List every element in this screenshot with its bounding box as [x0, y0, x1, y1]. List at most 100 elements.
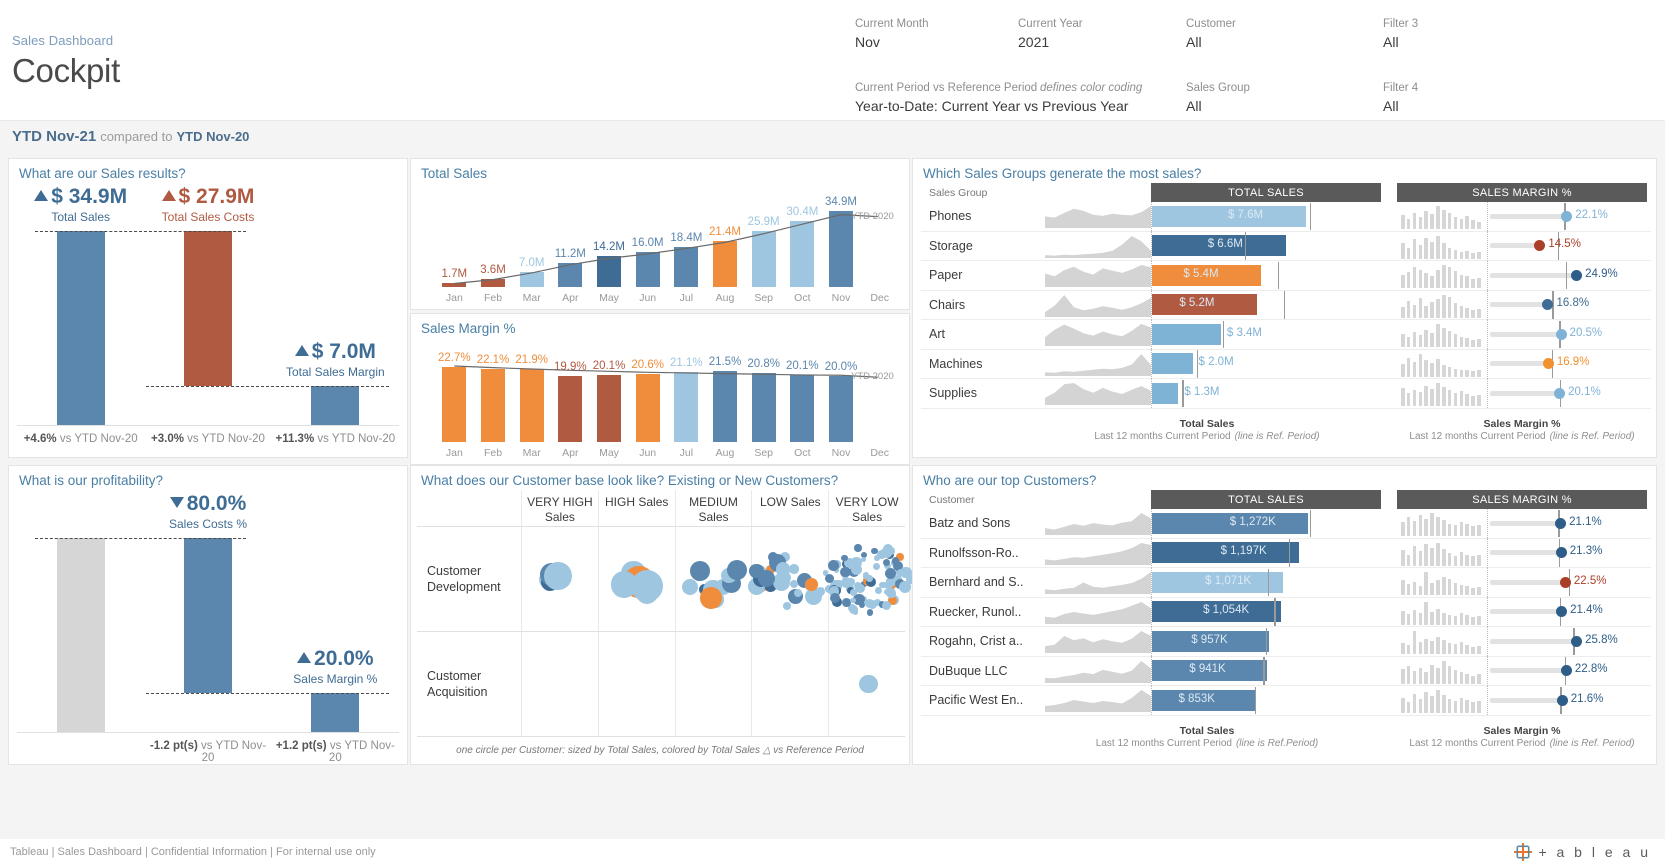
total-sales-bar[interactable] — [1152, 323, 1221, 345]
filter-current-year[interactable]: Current Year 2021 — [1018, 18, 1186, 50]
margin-dot[interactable] — [1555, 328, 1567, 340]
total-sales-bar-cell[interactable]: $ 1,071K — [1151, 567, 1381, 597]
customer-bubble[interactable] — [854, 544, 862, 552]
sales-margin-dot-cell[interactable]: 22.8% — [1487, 656, 1647, 686]
breadcrumb[interactable]: Sales Dashboard — [12, 33, 120, 48]
total-sales-bar-cell[interactable]: $ 5.4M — [1151, 260, 1381, 290]
customer-bubble[interactable] — [789, 564, 799, 574]
sales-margin-pct-column-chart[interactable]: 22.7% Jan 22.1% Feb 21.9% Mar 19.9% Apr 20.1% May… — [411, 338, 909, 464]
filter-sales-group[interactable]: Sales Group All — [1186, 82, 1383, 114]
total-sales-bar-cell[interactable]: $ 1,272K — [1151, 508, 1381, 538]
matrix-cell[interactable] — [597, 527, 675, 631]
top-customers-table[interactable]: Customer TOTAL SALES SALES MARGIN % Batz an… — [921, 490, 1651, 749]
sales-margin-dot-cell[interactable]: 21.4% — [1487, 597, 1647, 627]
customer-bubble[interactable] — [611, 571, 638, 598]
customer-bubble[interactable] — [865, 574, 873, 583]
customer-bubble[interactable] — [727, 560, 748, 580]
total-sales-bar-cell[interactable]: $ 957K — [1151, 626, 1381, 656]
margin-dot[interactable] — [1555, 547, 1567, 558]
column-bar[interactable] — [674, 247, 699, 287]
table-row[interactable]: Runolfsson-Ro.. $ 1,197K 21.3% — [921, 538, 1651, 568]
waterfall-bar[interactable] — [56, 538, 105, 732]
customer-bubble[interactable] — [866, 609, 874, 616]
margin-dot[interactable] — [1560, 665, 1572, 676]
total-sales-bar[interactable] — [1152, 353, 1193, 374]
matrix-cell[interactable] — [597, 632, 675, 736]
total-sales-column-chart[interactable]: 1.7M Jan 3.6M Feb 7.0M Mar 11.2M Apr 14.2M May 16.… — [411, 183, 909, 309]
filter-value[interactable]: All — [1383, 98, 1563, 114]
column-bar[interactable] — [558, 375, 583, 442]
total-sales-bar-cell[interactable]: $ 1.3M — [1151, 378, 1381, 408]
sales-margin-dot-cell[interactable]: 20.5% — [1487, 319, 1647, 349]
column-bar[interactable] — [790, 221, 815, 287]
column-bar[interactable] — [597, 256, 621, 287]
column-bar[interactable] — [481, 368, 505, 442]
column-bar[interactable] — [442, 283, 467, 287]
sales-margin-dot-cell[interactable]: 25.8% — [1487, 626, 1647, 656]
sales-margin-dot-cell[interactable]: 21.1% — [1487, 508, 1647, 538]
customer-bubble[interactable] — [824, 573, 834, 583]
table-row[interactable]: Pacific West En.. $ 853K 21.6% — [921, 685, 1651, 716]
customer-bubble[interactable] — [886, 546, 895, 555]
sales-margin-dot-cell[interactable]: 14.5% — [1487, 231, 1647, 261]
column-bar[interactable] — [674, 371, 699, 442]
filter-period-comparison[interactable]: Current Period vs Reference Period defin… — [855, 82, 1186, 114]
matrix-cell[interactable] — [674, 632, 752, 736]
customer-base-matrix[interactable]: VERY HIGH Sales HIGH Sales MEDIUM Sales LOW… — [417, 490, 916, 740]
customer-bubble[interactable] — [850, 563, 862, 575]
margin-dot[interactable] — [1542, 358, 1554, 369]
table-row[interactable]: Chairs $ 5.2M 16.8% — [921, 290, 1651, 320]
column-bar[interactable] — [597, 375, 621, 442]
filter-customer[interactable]: Customer All — [1186, 18, 1383, 50]
filter-3[interactable]: Filter 3 All — [1383, 18, 1563, 50]
filter-value[interactable]: Year-to-Date: Current Year vs Previous Y… — [855, 98, 1186, 114]
matrix-cell[interactable] — [748, 527, 828, 631]
customer-bubble[interactable] — [635, 581, 658, 604]
table-row[interactable]: Bernhard and S.. $ 1,071K 22.5% — [921, 567, 1651, 598]
customer-bubble[interactable] — [805, 578, 818, 591]
sales-margin-dot-cell[interactable]: 21.6% — [1487, 685, 1647, 715]
total-sales-bar-cell[interactable]: $ 7.6M — [1151, 201, 1381, 231]
column-bar[interactable] — [635, 373, 660, 442]
table-row[interactable]: Batz and Sons $ 1,272K 21.1% — [921, 508, 1651, 539]
waterfall-bar[interactable] — [56, 231, 105, 425]
customer-bubble[interactable] — [682, 578, 699, 595]
table-row[interactable]: Supplies $ 1.3M 20.1% — [921, 378, 1651, 409]
matrix-cell[interactable] — [674, 527, 752, 631]
total-sales-bar-cell[interactable]: $ 5.2M — [1151, 290, 1381, 320]
filter-value[interactable]: All — [1186, 98, 1383, 114]
filter-value[interactable]: 2021 — [1018, 34, 1186, 50]
table-row[interactable]: Phones $ 7.6M 22.1% — [921, 201, 1651, 232]
table-row[interactable]: Art $ 3.4M 20.5% — [921, 319, 1651, 350]
customer-bubble[interactable] — [855, 583, 865, 594]
filter-value[interactable]: All — [1383, 34, 1563, 50]
customer-bubble[interactable] — [874, 586, 882, 594]
matrix-cell[interactable] — [521, 527, 598, 631]
column-bar[interactable] — [829, 375, 853, 442]
matrix-cell[interactable] — [751, 632, 828, 736]
total-sales-bar-cell[interactable]: $ 1,054K — [1151, 597, 1381, 627]
total-sales-bar-cell[interactable]: $ 1,197K — [1151, 538, 1381, 568]
sales-margin-dot-cell[interactable]: 24.9% — [1487, 260, 1647, 290]
table-row[interactable]: Storage $ 6.6M 14.5% — [921, 231, 1651, 261]
column-bar[interactable] — [751, 230, 776, 287]
margin-dot[interactable] — [1561, 210, 1573, 222]
table-row[interactable]: Machines $ 2.0M 16.9% — [921, 349, 1651, 379]
waterfall-bar[interactable] — [184, 231, 232, 387]
table-row[interactable]: Rogahn, Crist a.. $ 957K 25.8% — [921, 626, 1651, 657]
matrix-cell[interactable] — [521, 632, 598, 736]
margin-dot[interactable] — [1571, 635, 1583, 647]
margin-dot[interactable] — [1554, 387, 1566, 399]
customer-bubble[interactable] — [544, 562, 572, 590]
margin-dot[interactable] — [1559, 576, 1571, 588]
table-row[interactable]: Ruecker, Runol.. $ 1,054K 21.4% — [921, 597, 1651, 627]
sales-margin-dot-cell[interactable]: 22.5% — [1487, 567, 1647, 597]
customer-bubble[interactable] — [835, 579, 843, 588]
column-bar[interactable] — [558, 262, 583, 287]
customer-bubble[interactable] — [891, 557, 900, 565]
column-bar[interactable] — [635, 252, 660, 287]
table-row[interactable]: Paper $ 5.4M 24.9% — [921, 260, 1651, 291]
customer-bubble[interactable] — [783, 602, 791, 611]
customer-bubble[interactable] — [899, 581, 912, 594]
column-bar[interactable] — [713, 240, 737, 287]
